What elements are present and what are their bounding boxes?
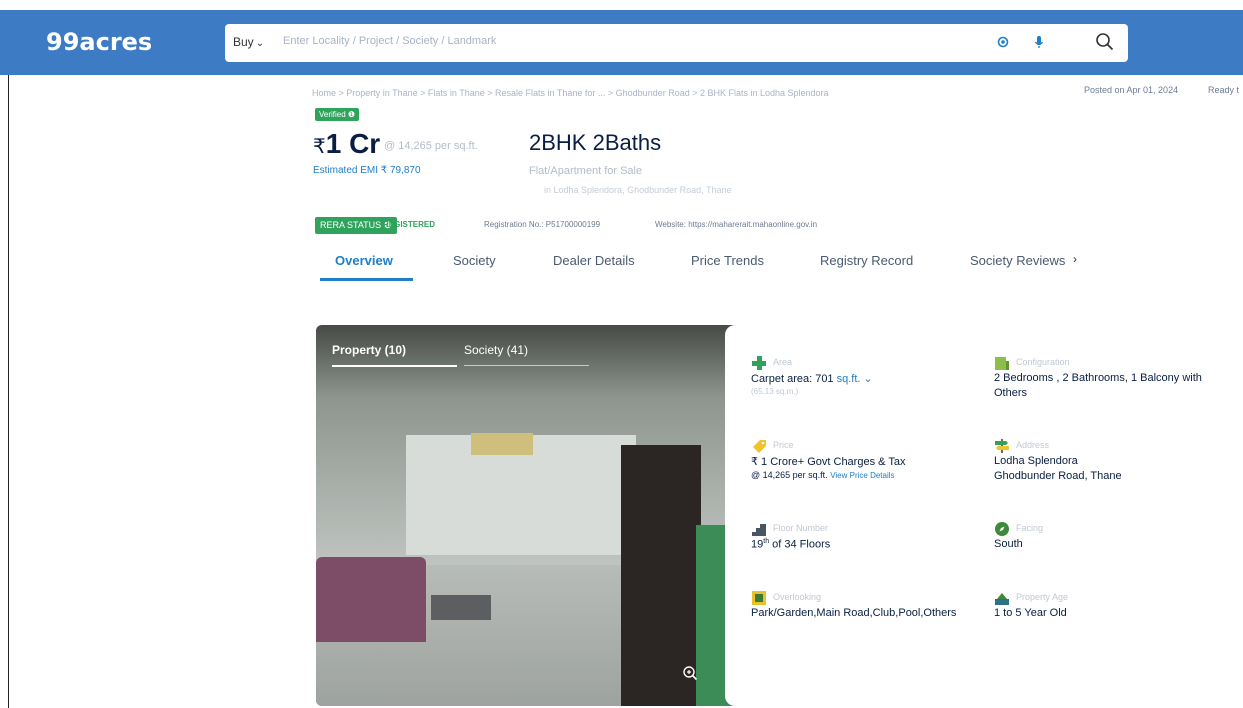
price-line2: @ 14,265 per sq.ft. View Price Details	[751, 470, 895, 480]
floor-label: Floor Number	[773, 523, 829, 533]
property-age-label: Property Age	[1016, 592, 1069, 602]
facing-label: Facing	[1016, 523, 1044, 533]
compass-icon	[995, 522, 1009, 536]
carpet-area: Carpet area: 701	[751, 373, 834, 385]
area-value: Carpet area: 701 sq.ft. ⌄	[751, 372, 873, 385]
photo-table	[431, 595, 491, 620]
estimated-emi-link[interactable]: Estimated EMI ₹ 79,870	[313, 165, 421, 176]
area-label: Area	[773, 357, 793, 367]
overlooking-value: Park/Garden,Main Road,Club,Pool,Others	[751, 607, 957, 619]
address-line2: Ghodbunder Road, Thane	[994, 470, 1122, 482]
tabs-next-arrow-icon[interactable]: ›	[1073, 252, 1077, 266]
buy-dropdown[interactable]: Buy ⌄	[233, 35, 264, 49]
active-tab-indicator	[320, 278, 413, 281]
price-line1: ₹ 1 Crore+ Govt Charges & Tax	[751, 456, 906, 468]
top-header: 99acres Buy ⌄ Enter Locality / Project / …	[0, 10, 1243, 75]
configuration-label: Configuration	[1016, 357, 1070, 367]
photo-sofa	[316, 557, 426, 642]
configuration-line1: 2 Bedrooms , 2 Bathrooms, 1 Balcony with	[994, 372, 1202, 384]
search-bar[interactable]: Buy ⌄ Enter Locality / Project / Society …	[225, 24, 1128, 62]
gallery-tab-divider	[464, 365, 589, 366]
stairs-icon	[752, 524, 766, 536]
tab-society[interactable]: Society	[453, 253, 496, 268]
area-sqm: (65.13 sq.m.)	[751, 387, 799, 396]
view-price-details-link[interactable]: View Price Details	[830, 471, 894, 480]
gallery-tab-society[interactable]: Society (41)	[464, 343, 528, 357]
search-icon[interactable]	[1095, 32, 1115, 52]
floor-value: 19th of 34 Floors	[751, 538, 830, 551]
photo-air-conditioner	[471, 433, 533, 455]
signpost-icon	[995, 439, 1009, 453]
site-logo[interactable]: 99acres	[46, 28, 152, 56]
zoom-icon[interactable]	[682, 665, 698, 681]
rera-website[interactable]: Website: https://maharerait.mahaonline.g…	[655, 220, 817, 229]
verified-label: Verified	[319, 110, 346, 119]
floor-total: of 34 Floors	[772, 538, 831, 551]
chevron-down-icon: ⌄	[255, 38, 265, 49]
price-label: Price	[773, 440, 794, 450]
rupee-symbol: ₹	[313, 136, 326, 158]
tab-dealer-details[interactable]: Dealer Details	[553, 253, 635, 268]
area-unit-dropdown[interactable]: sq.ft. ⌄	[837, 373, 873, 385]
property-address: in Lodha Splendora, Ghodbunder Road, Tha…	[544, 185, 732, 195]
configuration-line2: Others	[994, 387, 1028, 399]
facing-value: South	[994, 538, 1023, 550]
calendar-building-icon	[995, 593, 1009, 605]
mic-icon[interactable]	[1033, 35, 1045, 49]
buy-label: Buy	[233, 35, 254, 49]
building-icon	[995, 357, 1009, 370]
verified-badge: Verified ❶	[315, 108, 360, 121]
location-icon[interactable]	[997, 36, 1009, 48]
registration-number: Registration No.: P51700000199	[484, 220, 601, 229]
price: ₹1 Cr	[313, 128, 380, 160]
price-per-sqft: @ 14,265 per sq.ft.	[384, 140, 478, 152]
rera-status-label: RERA STATUS	[320, 220, 382, 230]
posted-date: Posted on Apr 01, 2024	[1084, 85, 1179, 95]
property-type: Flat/Apartment for Sale	[529, 165, 643, 177]
property-title: 2BHK 2Baths	[529, 130, 662, 155]
rera-registered: REGISTERED	[383, 220, 436, 229]
floor-number: 19	[751, 538, 764, 551]
search-input[interactable]: Enter Locality / Project / Society / Lan…	[283, 35, 496, 47]
address-line1: Lodha Splendora	[994, 455, 1078, 467]
breadcrumb[interactable]: Home > Property in Thane > Flats in Than…	[312, 88, 829, 98]
tab-registry-record[interactable]: Registry Record	[820, 253, 913, 268]
area-icon	[752, 356, 766, 370]
price-value: 1 Cr	[325, 128, 381, 159]
property-photo-gallery[interactable]: Property (10) Society (41)	[316, 325, 754, 706]
left-divider	[8, 75, 9, 708]
tab-society-reviews[interactable]: Society Reviews	[970, 253, 1065, 268]
tab-overview[interactable]: Overview	[335, 253, 393, 268]
price-tag-icon	[753, 440, 766, 453]
address-label: Address	[1016, 440, 1050, 450]
tab-price-trends[interactable]: Price Trends	[691, 253, 764, 268]
floor-suffix: th	[763, 538, 770, 545]
price-per-sqft-detail: @ 14,265 per sq.ft.	[751, 470, 828, 480]
window-icon	[752, 591, 766, 605]
property-age-value: 1 to 5 Year Old	[994, 607, 1067, 619]
overlooking-label: Overlooking	[773, 592, 822, 602]
gallery-tab-property[interactable]: Property (10)	[332, 343, 406, 357]
ready-status: Ready t	[1208, 85, 1240, 95]
gallery-active-tab-indicator	[332, 365, 457, 367]
area-unit: sq.ft.	[836, 373, 861, 385]
